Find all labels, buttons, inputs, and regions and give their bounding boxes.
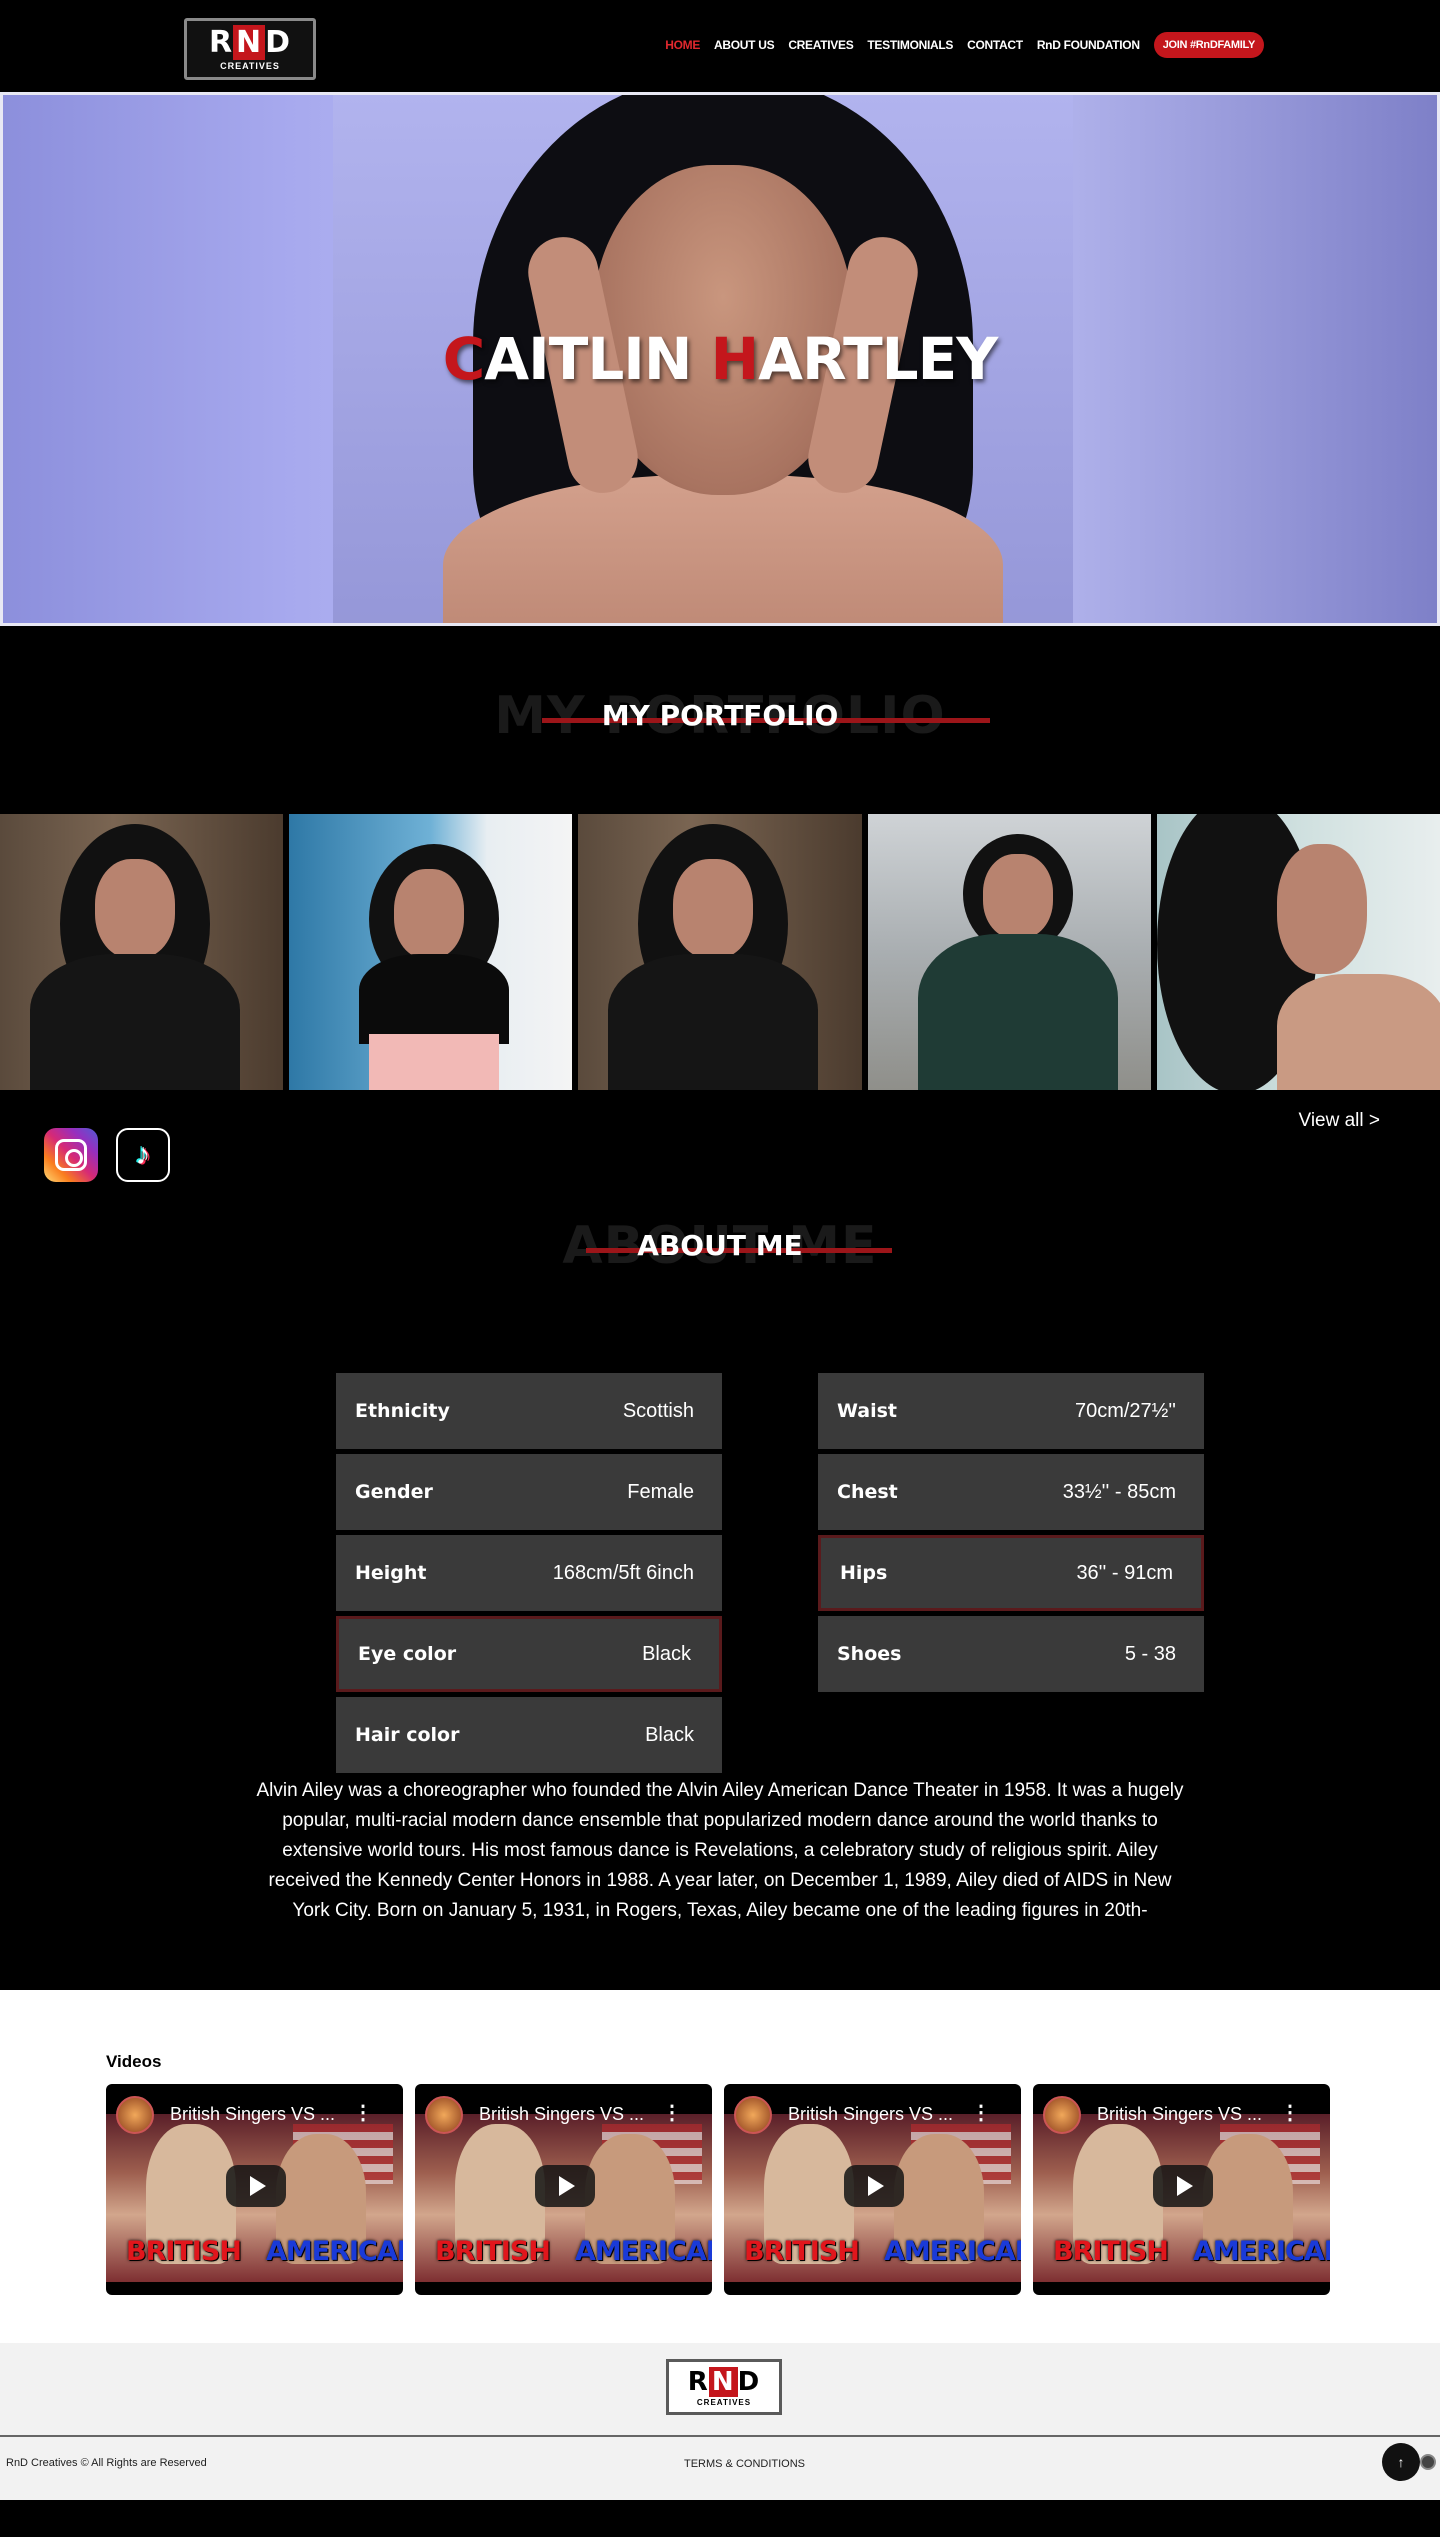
scroll-top-button[interactable]: ↑ [1382,2443,1420,2481]
copyright-text: RnD Creatives © All Rights are Reserved [6,2457,207,2469]
main-nav: HOME ABOUT US CREATIVES TESTIMONIALS CON… [665,32,1264,58]
play-icon[interactable] [844,2165,904,2207]
instagram-icon[interactable] [44,1128,98,1182]
portfolio-photo[interactable] [867,814,1151,1090]
nav-home[interactable]: HOME [665,38,700,52]
stat-waist: Waist 70cm/27½'' [818,1373,1204,1449]
portfolio-photo[interactable] [289,814,573,1090]
nav-creatives[interactable]: CREATIVES [788,38,853,52]
video-embed[interactable]: British Singers VS ... ⋮ BRITISH AMERICA… [1033,2084,1330,2295]
channel-avatar[interactable] [116,2096,154,2134]
play-icon[interactable] [535,2165,595,2207]
video-embed[interactable]: British Singers VS ... ⋮ BRITISH AMERICA… [415,2084,712,2295]
channel-avatar[interactable] [734,2096,772,2134]
stat-shoes: Shoes 5 - 38 [818,1616,1204,1692]
video-embed[interactable]: British Singers VS ... ⋮ BRITISH AMERICA… [724,2084,1021,2295]
portfolio-photo[interactable] [578,814,862,1090]
portfolio-title: MY PORTFOLIO [601,699,839,732]
channel-avatar[interactable] [1043,2096,1081,2134]
video-title[interactable]: British Singers VS ... [1097,2104,1262,2125]
stat-height: Height 168cm/5ft 6inch [336,1535,722,1611]
stat-hair-color: Hair color Black [336,1697,722,1773]
video-title[interactable]: British Singers VS ... [479,2104,644,2125]
video-caption-left: BRITISH [744,2236,860,2267]
video-caption-right: AMERICAN [1193,2236,1330,2267]
nav-contact[interactable]: CONTACT [967,38,1023,52]
view-all-link[interactable]: View all > [1298,1110,1380,1132]
stat-hips: Hips 36'' - 91cm [818,1535,1204,1611]
logo-subtitle: CREATIVES [220,61,280,71]
portfolio-section: MY PORTFOLIO MY PORTFOLIO ♪ View all > [0,626,1440,1190]
join-button[interactable]: JOIN #RnDFAMILY [1153,32,1264,58]
play-icon[interactable] [226,2165,286,2207]
videos-heading: Videos [106,2052,162,2071]
footer-logo-subtitle: CREATIVES [696,2397,752,2407]
cookie-settings-icon[interactable] [1420,2454,1436,2470]
nav-about-us[interactable]: ABOUT US [714,38,775,52]
video-embed[interactable]: British Singers VS ... ⋮ BRITISH AMERICA… [106,2084,403,2295]
stat-chest: Chest 33½'' - 85cm [818,1454,1204,1530]
stat-eye-color: Eye color Black [336,1616,722,1692]
video-caption-left: BRITISH [126,2236,242,2267]
portfolio-photo[interactable] [0,814,284,1090]
video-caption-left: BRITISH [435,2236,551,2267]
video-title[interactable]: British Singers VS ... [788,2104,953,2125]
footer-divider [0,2435,1440,2437]
logo-letters: RND [208,25,292,60]
video-row: British Singers VS ... ⋮ BRITISH AMERICA… [106,2084,1334,2295]
more-options-icon[interactable]: ⋮ [353,2100,373,2125]
stat-gender: Gender Female [336,1454,722,1530]
stat-ethnicity: Ethnicity Scottish [336,1373,722,1449]
hero-banner: CAITLIN HARTLEY [0,92,1440,626]
social-row: ♪ View all > [0,1090,1440,1190]
terms-link[interactable]: TERMS & CONDITIONS [684,2458,805,2470]
portfolio-gallery [0,814,1440,1090]
portfolio-heading: MY PORTFOLIO MY PORTFOLIO [0,666,1440,766]
video-title[interactable]: British Singers VS ... [170,2104,335,2125]
channel-avatar[interactable] [425,2096,463,2134]
video-caption-left: BRITISH [1053,2236,1169,2267]
more-options-icon[interactable]: ⋮ [1280,2100,1300,2125]
about-section: ABOUT ME ABOUT ME Ethnicity Scottish Gen… [0,1190,1440,1990]
footer-logo[interactable]: RND CREATIVES [666,2359,782,2415]
video-caption-right: AMERICAN [266,2236,403,2267]
nav-rnd-foundation[interactable]: RnD FOUNDATION [1037,38,1140,52]
more-options-icon[interactable]: ⋮ [662,2100,682,2125]
site-footer: RND CREATIVES RnD Creatives © All Rights… [0,2343,1440,2500]
videos-section: Videos British Singers VS ... ⋮ BRITISH … [0,1990,1440,2343]
play-icon[interactable] [1153,2165,1213,2207]
site-logo[interactable]: RND CREATIVES [184,18,316,80]
footer-logo-letters: RND [687,2366,761,2397]
site-header: RND CREATIVES HOME ABOUT US CREATIVES TE… [0,0,1440,92]
video-caption-right: AMERICAN [575,2236,712,2267]
about-title: ABOUT ME [637,1229,803,1262]
nav-testimonials[interactable]: TESTIMONIALS [867,38,953,52]
model-name: CAITLIN HARTLEY [442,325,999,393]
hero-shoulders [443,475,1003,623]
model-stats: Ethnicity Scottish Gender Female Height … [0,1296,1440,1776]
tiktok-icon[interactable]: ♪ [116,1128,170,1182]
video-caption-right: AMERICAN [884,2236,1021,2267]
portfolio-photo[interactable] [1156,814,1440,1090]
about-heading: ABOUT ME ABOUT ME [0,1196,1440,1296]
more-options-icon[interactable]: ⋮ [971,2100,991,2125]
bio-text: Alvin Ailey was a choreographer who foun… [256,1780,1184,1921]
